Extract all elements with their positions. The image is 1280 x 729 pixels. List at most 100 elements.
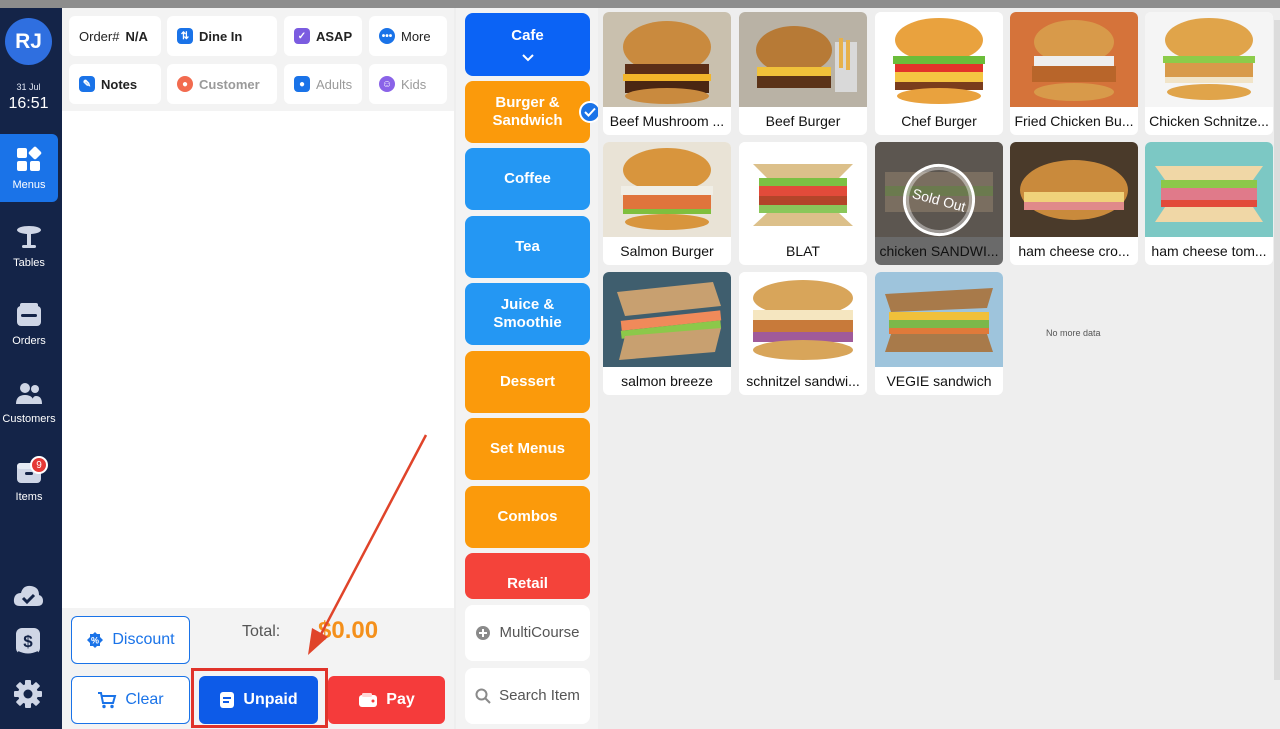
category-label: Tea <box>515 238 540 255</box>
wallet-icon <box>17 303 41 326</box>
items-badge: 9 <box>30 456 48 474</box>
menu-item-card[interactable]: BLAT <box>739 142 867 265</box>
adults-button[interactable]: ● Adults <box>284 64 362 104</box>
burger-image <box>603 12 731 107</box>
menu-item-name: VEGIE sandwich <box>886 373 992 389</box>
category-label: Combos <box>497 508 558 525</box>
menu-item-name: ham cheese cro... <box>1018 243 1130 259</box>
menu-item-name: Fried Chicken Bu... <box>1014 113 1134 129</box>
top-strip <box>0 0 1280 8</box>
customer-icon: ● <box>177 76 193 92</box>
menu-item-card[interactable]: schnitzel sandwi... <box>739 272 867 395</box>
croissant-image <box>1010 142 1138 237</box>
menu-item-card[interactable]: Fried Chicken Bu... <box>1010 12 1138 135</box>
sidebar-date: 31 Jul <box>16 82 41 92</box>
grid-icon <box>17 146 42 171</box>
category-label: Retail <box>507 575 548 592</box>
search-item-button[interactable]: Search Item <box>465 668 590 724</box>
dine-in-label: Dine In <box>199 28 243 44</box>
dollar-phone-icon[interactable]: $ <box>12 626 44 658</box>
pencil-icon: ✎ <box>79 76 95 92</box>
sidebar-item-label: Orders <box>12 335 46 347</box>
avatar[interactable]: RJ <box>5 18 52 65</box>
order-number-value: N/A <box>125 28 148 44</box>
menu-item-card[interactable]: Sold Out chicken SANDWI... <box>875 142 1003 265</box>
chevron-down-icon <box>521 53 534 61</box>
asap-button[interactable]: ✓ ASAP <box>284 16 362 56</box>
kids-label: Kids <box>401 76 427 92</box>
plus-circle-icon <box>476 626 491 640</box>
menu-item-card[interactable]: Beef Mushroom ... <box>603 12 731 135</box>
menu-item-card[interactable]: Chicken Schnitze... <box>1145 12 1273 135</box>
category-combos[interactable]: Combos <box>465 486 590 548</box>
sidebar-item-menus[interactable]: Menus <box>0 134 58 202</box>
category-juice-smoothie[interactable]: Juice & Smoothie <box>465 283 590 345</box>
menu-item-name: Beef Mushroom ... <box>609 113 725 129</box>
sidebar-item-orders[interactable]: Orders <box>0 290 58 358</box>
cloud-check-icon[interactable] <box>12 580 44 612</box>
menu-item-card[interactable]: Beef Burger <box>739 12 867 135</box>
unpaid-highlight-box <box>191 668 328 728</box>
menu-item-card[interactable]: salmon breeze <box>603 272 731 395</box>
people-icon <box>16 383 42 404</box>
clear-label: Clear <box>125 691 164 708</box>
sandwich-image <box>739 272 867 367</box>
category-retail[interactable]: Retail <box>465 553 590 599</box>
menu-item-name: Beef Burger <box>765 113 841 129</box>
pay-label: Pay <box>386 691 415 708</box>
menu-item-card[interactable]: Salmon Burger <box>603 142 731 265</box>
menu-item-name: chicken SANDWI... <box>879 243 999 259</box>
svg-text:%: % <box>91 636 99 646</box>
sidebar-item-customers[interactable]: Customers <box>0 368 58 436</box>
sandwich-image <box>739 142 867 237</box>
menu-item-name: schnitzel sandwi... <box>746 373 860 389</box>
sandwich-image <box>875 272 1003 367</box>
asap-label: ASAP <box>316 28 353 44</box>
discount-label: Discount <box>112 631 175 648</box>
category-tea[interactable]: Tea <box>465 216 590 278</box>
more-button[interactable]: ••• More <box>369 16 447 56</box>
dine-in-button[interactable]: ⇅ Dine In <box>167 16 277 56</box>
category-burger-sandwich[interactable]: Burger & Sandwich <box>465 81 601 143</box>
menu-item-card[interactable]: Chef Burger <box>875 12 1003 135</box>
category-dessert[interactable]: Dessert <box>465 351 590 413</box>
clear-button[interactable]: Clear <box>71 676 190 724</box>
sidebar-item-label: Customers <box>2 413 56 425</box>
dine-in-icon: ⇅ <box>177 28 193 44</box>
burger-image <box>1010 12 1138 107</box>
sidebar-item-tables[interactable]: Tables <box>0 212 58 280</box>
discount-icon: % <box>87 632 104 648</box>
pay-button[interactable]: Pay <box>328 676 445 724</box>
menu-item-card[interactable]: ham cheese cro... <box>1010 142 1138 265</box>
sidebar-item-label: Menus <box>12 179 46 191</box>
adult-icon: ● <box>294 76 310 92</box>
more-label: More <box>401 28 431 44</box>
burger-image <box>603 142 731 237</box>
kid-icon: ☺ <box>379 76 395 92</box>
search-icon <box>475 688 491 704</box>
kids-button[interactable]: ☺ Kids <box>369 64 447 104</box>
multicourse-button[interactable]: MultiCourse <box>465 605 590 661</box>
total-label: Total: <box>242 623 281 640</box>
order-number-chip[interactable]: Order# N/A <box>69 16 161 56</box>
menu-item-card[interactable]: VEGIE sandwich <box>875 272 1003 395</box>
menu-item-name: Salmon Burger <box>620 243 714 259</box>
multicourse-label: MultiCourse <box>499 624 580 641</box>
menu-item-name: salmon breeze <box>621 373 713 389</box>
customer-button[interactable]: ● Customer <box>167 64 277 104</box>
category-cafe[interactable]: Cafe <box>465 13 590 76</box>
sandwich-image <box>1145 142 1273 237</box>
notes-button[interactable]: ✎ Notes <box>69 64 161 104</box>
cart-icon <box>98 692 117 709</box>
discount-button[interactable]: % Discount <box>71 616 190 664</box>
more-icon: ••• <box>379 28 395 44</box>
order-number-label: Order# <box>79 28 120 44</box>
menu-item-card[interactable]: ham cheese tom... <box>1145 142 1273 265</box>
scrollbar[interactable] <box>1274 20 1280 680</box>
category-set-menus[interactable]: Set Menus <box>465 418 590 480</box>
no-more-data-text: No more data <box>1046 328 1101 338</box>
sidebar-item-items[interactable]: Items 9 <box>0 446 58 514</box>
category-coffee[interactable]: Coffee <box>465 148 590 210</box>
gear-icon[interactable] <box>12 678 44 710</box>
menu-item-name: Chicken Schnitze... <box>1149 113 1269 129</box>
